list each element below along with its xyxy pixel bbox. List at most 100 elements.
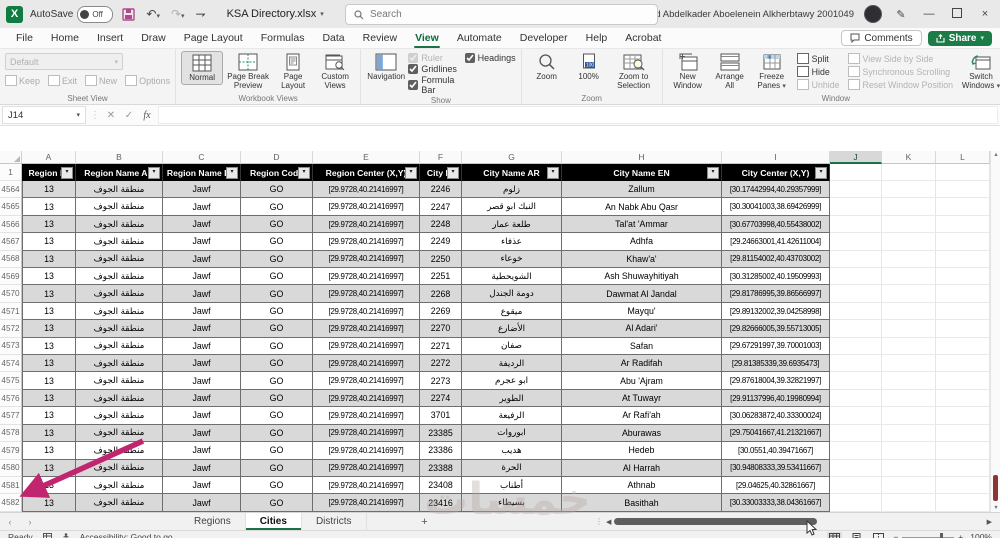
- empty-cell[interactable]: [882, 320, 936, 338]
- cell[interactable]: Safan: [562, 337, 722, 356]
- column-header-D[interactable]: D: [241, 151, 313, 164]
- cell[interactable]: GO: [241, 181, 313, 199]
- empty-cell[interactable]: [882, 233, 936, 251]
- row-header-4569[interactable]: 4569: [0, 268, 22, 286]
- column-header-I[interactable]: I: [722, 151, 830, 164]
- avatar[interactable]: [864, 5, 882, 23]
- vertical-scroll-thumb[interactable]: [993, 475, 998, 501]
- horizontal-scroll-thumb[interactable]: [614, 518, 818, 525]
- zoom-slider-track[interactable]: [902, 532, 955, 538]
- cell[interactable]: Jawf: [163, 337, 241, 356]
- hide-button[interactable]: Hide: [796, 66, 840, 77]
- page-layout-toggle[interactable]: [849, 532, 864, 538]
- unhide-button[interactable]: Unhide: [796, 79, 840, 90]
- close-button[interactable]: ×: [976, 8, 994, 20]
- cell[interactable]: منطقة الجوف: [76, 181, 163, 199]
- row-header-4567[interactable]: 4567: [0, 233, 22, 251]
- cell[interactable]: 13: [22, 389, 76, 408]
- empty-cell[interactable]: [882, 302, 936, 321]
- row-header-4579[interactable]: 4579: [0, 442, 22, 460]
- cell[interactable]: 2269: [420, 302, 462, 321]
- comments-button[interactable]: Comments: [841, 30, 922, 46]
- row-header-4578[interactable]: 4578: [0, 424, 22, 443]
- headings-check-icon[interactable]: [464, 53, 475, 63]
- page-break-toggle[interactable]: [871, 532, 886, 538]
- cell[interactable]: [30.30041003,38.69426999]: [722, 198, 830, 216]
- page-layout-button[interactable]: Page Layout: [273, 51, 313, 92]
- arrange-all-button[interactable]: Arrange All: [710, 51, 750, 92]
- undo-icon[interactable]: ↶▾: [144, 8, 162, 20]
- cell[interactable]: منطقة الجوف: [76, 250, 163, 269]
- cell[interactable]: [29.24663001,41.42611004]: [722, 233, 830, 251]
- empty-cell[interactable]: [882, 459, 936, 477]
- cell[interactable]: [29.91137996,40.19980994]: [722, 389, 830, 408]
- tab-review[interactable]: Review: [355, 30, 405, 46]
- excel-app-icon[interactable]: X: [6, 5, 23, 23]
- autosave-switch[interactable]: Off: [77, 5, 114, 23]
- empty-cell[interactable]: [830, 250, 882, 269]
- cell[interactable]: [30.94808333,39.53411667]: [722, 459, 830, 477]
- cell[interactable]: [29.9728,40.21416997]: [313, 285, 420, 303]
- cell[interactable]: [29.82666005,39.55713005]: [722, 320, 830, 338]
- name-box[interactable]: J14 ▾: [2, 106, 86, 124]
- cell[interactable]: منطقة الجوف: [76, 320, 163, 338]
- cell[interactable]: GO: [241, 459, 313, 477]
- cell[interactable]: [30.0551,40.39471667]: [722, 442, 830, 460]
- column-header-B[interactable]: B: [76, 151, 163, 164]
- cell[interactable]: GO: [241, 476, 313, 495]
- empty-cell[interactable]: [830, 424, 882, 443]
- cell[interactable]: الرديفة: [462, 355, 562, 373]
- cancel-icon[interactable]: ✕: [104, 110, 118, 121]
- empty-cell[interactable]: [830, 198, 882, 216]
- empty-cell[interactable]: [882, 494, 936, 512]
- cell[interactable]: أطناب: [462, 476, 562, 495]
- empty-cell[interactable]: [936, 285, 990, 303]
- cell[interactable]: 2272: [420, 355, 462, 373]
- empty-cell[interactable]: [936, 476, 990, 495]
- cell[interactable]: ميقوع: [462, 302, 562, 321]
- cell[interactable]: An Nabk Abu Qasr: [562, 198, 722, 216]
- cell[interactable]: At Tuwayr: [562, 389, 722, 408]
- cell[interactable]: عذفاء: [462, 233, 562, 251]
- empty-cell[interactable]: [936, 233, 990, 251]
- tab-page-layout[interactable]: Page Layout: [176, 30, 251, 46]
- view-side-by-side-button[interactable]: View Side by Side: [847, 53, 953, 64]
- cell[interactable]: Jawf: [163, 355, 241, 373]
- cell[interactable]: Jawf: [163, 215, 241, 234]
- options-button[interactable]: Options: [125, 75, 170, 86]
- cell[interactable]: 13: [22, 442, 76, 460]
- cell[interactable]: 13: [22, 215, 76, 234]
- cell[interactable]: Aburawas: [562, 424, 722, 443]
- row-header-4564[interactable]: 4564: [0, 181, 22, 199]
- cell[interactable]: منطقة الجوف: [76, 198, 163, 216]
- cell[interactable]: 13: [22, 285, 76, 303]
- formula-input[interactable]: [158, 106, 998, 124]
- empty-cell[interactable]: [830, 389, 882, 408]
- cell[interactable]: GO: [241, 320, 313, 338]
- cell[interactable]: Hedeb: [562, 442, 722, 460]
- cell[interactable]: منطقة الجوف: [76, 302, 163, 321]
- scroll-right-icon[interactable]: ▶: [987, 518, 992, 526]
- cell[interactable]: GO: [241, 268, 313, 286]
- cell[interactable]: ابوروات: [462, 424, 562, 443]
- table-header-cell[interactable]: Region Name AR ▾: [76, 164, 163, 181]
- minimize-button[interactable]: —: [920, 8, 938, 20]
- tab-formulas[interactable]: Formulas: [253, 30, 313, 46]
- table-header-cell[interactable]: Region Center (X,Y) ▾: [313, 164, 420, 181]
- table-header-cell[interactable]: Region Code ▾: [241, 164, 313, 181]
- accessibility-status[interactable]: Accessibility: Good to go: [80, 532, 173, 538]
- cell[interactable]: 13: [22, 337, 76, 356]
- normal-view-button[interactable]: Normal: [181, 51, 224, 85]
- table-header-cell[interactable]: Region ID ▾: [22, 164, 76, 181]
- tab-split-handle[interactable]: ⋮: [595, 517, 603, 526]
- cell[interactable]: [30.31285002,40.19509993]: [722, 268, 830, 286]
- column-header-G[interactable]: G: [462, 151, 562, 164]
- empty-cell[interactable]: [882, 215, 936, 234]
- empty-cell[interactable]: [882, 285, 936, 303]
- empty-cell[interactable]: [936, 181, 990, 199]
- filter-button[interactable]: ▾: [707, 167, 719, 179]
- tab-help[interactable]: Help: [578, 30, 616, 46]
- cell[interactable]: Jawf: [163, 442, 241, 460]
- cell[interactable]: منطقة الجوف: [76, 233, 163, 251]
- row-header-4582[interactable]: 4582: [0, 494, 22, 512]
